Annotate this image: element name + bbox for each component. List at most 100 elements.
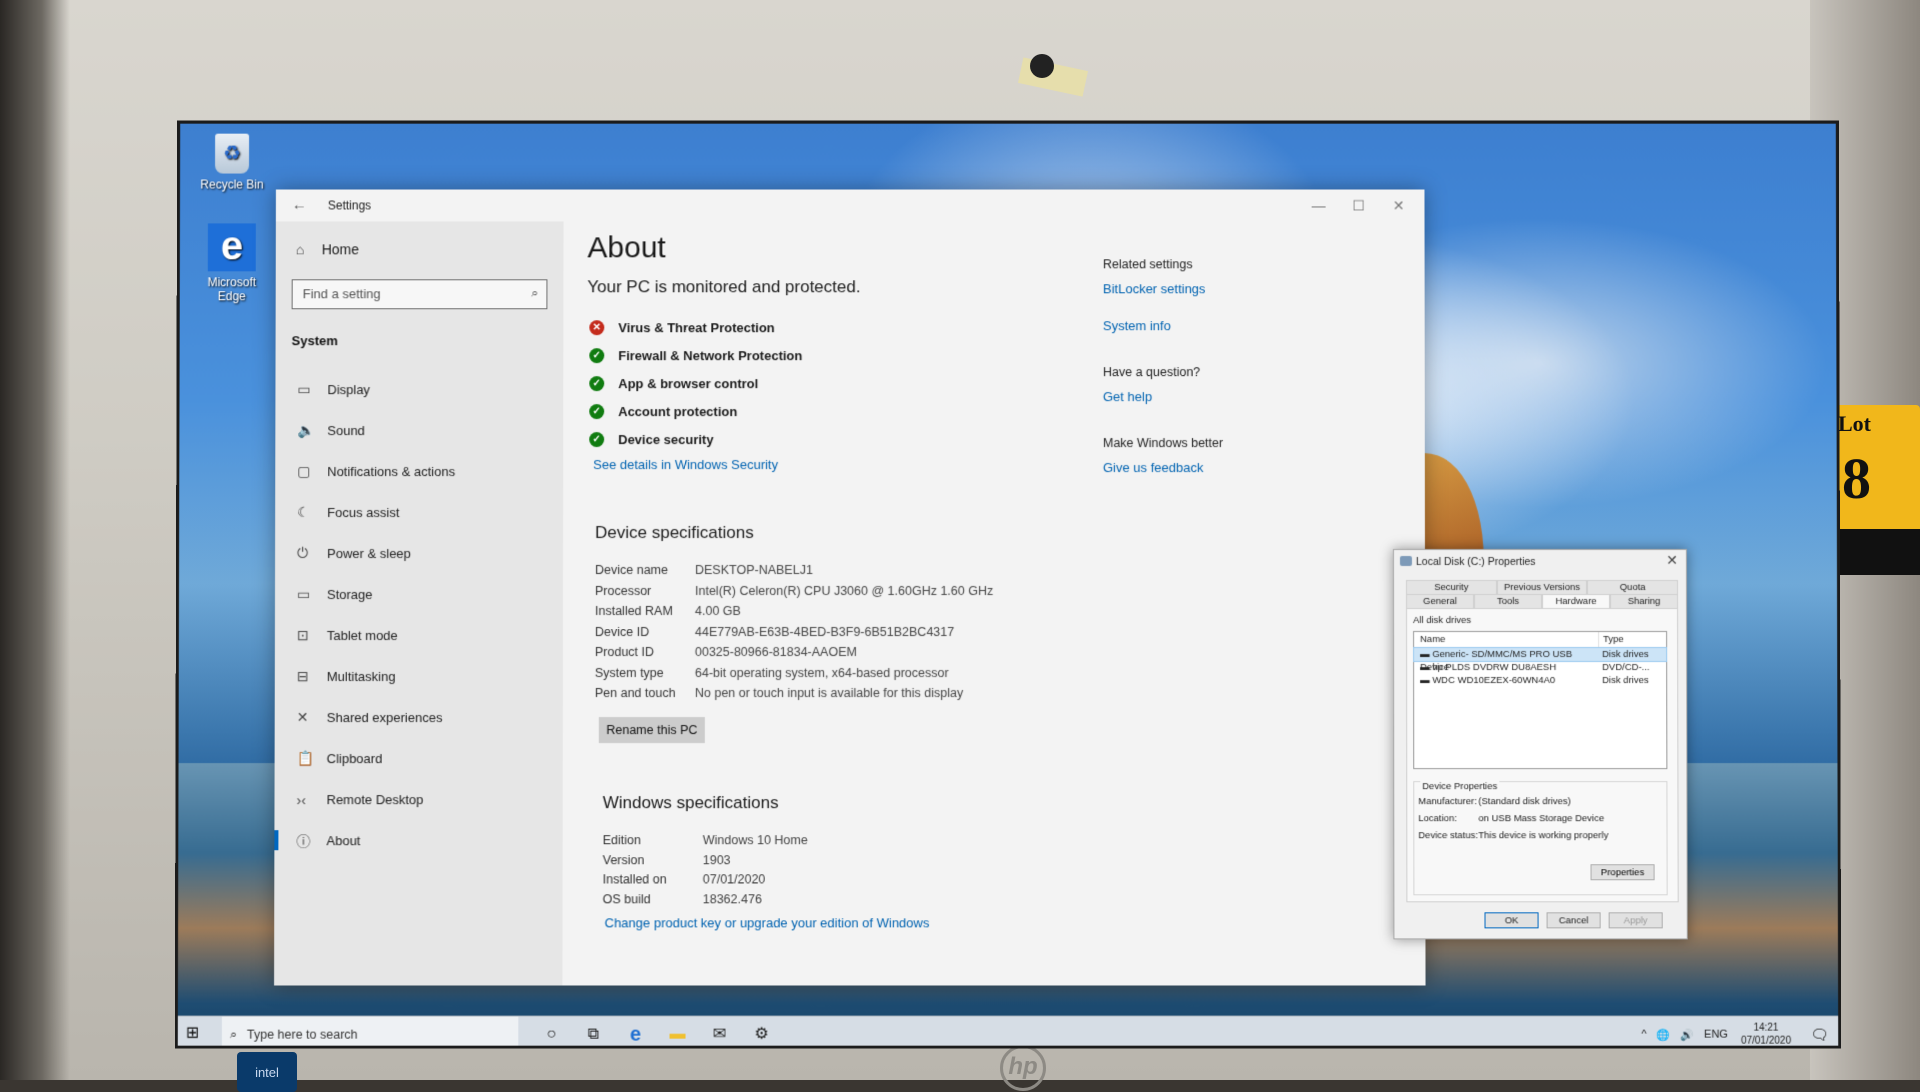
all-disk-drives-label: All disk drives xyxy=(1413,615,1472,627)
get-help-link[interactable]: Get help xyxy=(1103,389,1223,404)
protection-item[interactable]: ✓ Device security xyxy=(589,425,802,453)
settings-icon[interactable]: ⚙ xyxy=(740,1016,783,1049)
taskbar-search[interactable]: ⌕ Type here to search xyxy=(221,1016,519,1049)
spec-value: 64-bit operating system, x64-based proce… xyxy=(694,665,949,680)
sidebar-item-tablet-mode[interactable]: ⊡ Tablet mode xyxy=(275,615,563,656)
sidebar-item-about[interactable]: ⓘ About xyxy=(274,820,562,861)
spec-row: Version 1903 xyxy=(603,853,808,873)
better-heading: Make Windows better xyxy=(1102,436,1224,451)
cancel-button[interactable]: Cancel xyxy=(1546,912,1601,929)
spec-row: OS build 18362.476 xyxy=(603,892,808,912)
disk-drive-list: Name Type ▬ Generic- SD/MMC/MS PRO USB D… xyxy=(1413,631,1668,770)
dialog-close-button[interactable]: ✕ xyxy=(1666,552,1678,569)
search-icon: ⌕ xyxy=(229,1027,237,1042)
drive-type: Disk drives xyxy=(1602,675,1649,687)
apply-button[interactable]: Apply xyxy=(1608,912,1663,929)
rename-pc-button[interactable]: Rename this PC xyxy=(598,717,705,744)
close-button[interactable]: ✕ xyxy=(1379,193,1419,217)
drive-row[interactable]: ▬ Generic- SD/MMC/MS PRO USB Device Disk … xyxy=(1413,647,1668,673)
tab-quota[interactable]: Quota xyxy=(1587,580,1679,595)
notifications-icon: ▢ xyxy=(297,463,311,480)
sidebar-home[interactable]: ⌂ Home xyxy=(296,241,359,257)
spec-row: Processor Intel(R) Celeron(R) CPU J3060 @… xyxy=(595,584,993,605)
minimize-button[interactable]: — xyxy=(1299,193,1339,217)
cortana-icon[interactable]: ○ xyxy=(530,1017,572,1049)
sidebar-item-storage[interactable]: ▭ Storage xyxy=(275,574,563,615)
see-details-link[interactable]: See details in Windows Security xyxy=(593,457,778,472)
intel-badge: intel xyxy=(237,1052,297,1092)
system-tray: ^ 🌐 🔊 ENG 14:21 07/01/2020 🗨 xyxy=(1636,1017,1834,1049)
clipboard-icon: 📋 xyxy=(296,750,315,767)
sidebar-item-focus-assist[interactable]: ☾ Focus assist xyxy=(275,492,563,533)
change-product-key-link[interactable]: Change product key or upgrade your editi… xyxy=(605,915,930,930)
feedback-link[interactable]: Give us feedback xyxy=(1103,460,1223,475)
protection-item[interactable]: ✓ App & browser control xyxy=(589,369,802,397)
drive-row[interactable]: ▬ WDC WD10EZEX-60WN4A0 Disk drives xyxy=(1414,674,1666,687)
device-properties-button[interactable]: Properties xyxy=(1590,864,1655,881)
spec-value: 00325-80966-81834-AAOEM xyxy=(694,645,857,660)
edge-icon: e xyxy=(207,223,256,272)
tray-chevron-icon[interactable]: ^ xyxy=(1641,1029,1646,1041)
tablet-mode-icon: ⊡ xyxy=(296,627,309,644)
sidebar-item-display[interactable]: ▭ Display xyxy=(275,369,563,410)
find-setting-input[interactable] xyxy=(292,280,513,307)
protection-list: ✕ Virus & Threat Protection ✓ Firewall & Ne… xyxy=(589,313,802,453)
sidebar-item-notifications-actions[interactable]: ▢ Notifications & actions xyxy=(275,451,563,492)
page-title: About xyxy=(587,231,666,265)
protection-item[interactable]: ✓ Firewall & Network Protection xyxy=(589,341,802,369)
windows-specs-table: Edition Windows 10 Home Version 1903 Install… xyxy=(603,833,808,911)
webcam xyxy=(1030,54,1054,78)
sidebar-item-label: About xyxy=(326,833,361,849)
column-type[interactable]: Type xyxy=(1598,632,1667,648)
protection-item[interactable]: ✕ Virus & Threat Protection xyxy=(589,313,802,341)
sidebar-item-clipboard[interactable]: 📋 Clipboard xyxy=(275,738,563,779)
sidebar-item-power-sleep[interactable]: ⏻ Power & sleep xyxy=(275,533,563,574)
back-arrow-icon[interactable]: ← xyxy=(292,196,307,213)
edge-icon[interactable]: e xyxy=(614,1017,656,1049)
task-view-icon[interactable]: ⧉ xyxy=(572,1017,614,1049)
volume-icon[interactable]: 🔊 xyxy=(1680,1028,1694,1041)
start-button[interactable]: ⊞ xyxy=(186,1025,204,1043)
spec-key: Device ID xyxy=(594,624,650,639)
spec-value: No pen or touch input is available for t… xyxy=(694,686,964,701)
column-name[interactable]: Name xyxy=(1414,632,1598,647)
clock[interactable]: 14:21 07/01/2020 xyxy=(1741,1022,1791,1048)
drive-row[interactable]: ▬ hp PLDS DVDRW DU8AESH DVD/CD-... xyxy=(1414,661,1666,674)
status-row: Device status: This device is working pr… xyxy=(1418,830,1608,841)
spec-value: Intel(R) Celeron(R) CPU J3060 @ 1.60GHz … xyxy=(694,583,994,598)
drive-icon xyxy=(1399,556,1412,567)
bitlocker-link[interactable]: BitLocker settings xyxy=(1103,281,1223,296)
sidebar-item-multitasking[interactable]: ⊟ Multitasking xyxy=(275,656,563,697)
tab-tools[interactable]: Tools xyxy=(1474,594,1543,609)
device-properties-legend: Device Properties xyxy=(1420,781,1500,793)
tab-hardware[interactable]: Hardware xyxy=(1542,594,1611,609)
tab-security[interactable]: Security xyxy=(1405,580,1497,595)
disk-drive-icon: ▬ xyxy=(1420,649,1433,661)
protection-item-label: Firewall & Network Protection xyxy=(618,347,803,363)
sidebar-item-remote-desktop[interactable]: ›‹ Remote Desktop xyxy=(274,779,562,820)
tab-general[interactable]: General xyxy=(1406,594,1475,609)
protection-item[interactable]: ✓ Account protection xyxy=(589,397,802,425)
system-info-link[interactable]: System info xyxy=(1103,318,1223,333)
desktop-icon-recycle-bin[interactable]: ♻ Recycle Bin xyxy=(192,133,272,191)
windows-specs-heading: Windows specifications xyxy=(602,793,779,813)
maximize-button[interactable]: ☐ xyxy=(1339,193,1379,217)
action-center-icon[interactable]: 🗨 xyxy=(1810,1026,1829,1044)
desktop-icon-edge[interactable]: e Microsoft Edge xyxy=(192,223,272,303)
file-explorer-icon[interactable]: ▬ xyxy=(656,1016,699,1049)
home-label: Home xyxy=(321,241,359,258)
language-indicator[interactable]: ENG xyxy=(1704,1029,1728,1041)
taskbar: ⊞ ⌕ Type here to search ○ ⧉ e ▬ ✉ ⚙ ^ 🌐 🔊 ENG… xyxy=(177,1015,1842,1049)
search-icon[interactable]: ⌕ xyxy=(531,285,538,301)
spec-key: Device name xyxy=(595,563,668,578)
mail-icon[interactable]: ✉ xyxy=(699,1017,741,1049)
sidebar-item-shared-experiences[interactable]: ✕ Shared experiences xyxy=(275,697,563,738)
ok-button[interactable]: OK xyxy=(1484,912,1539,929)
tab-sharing[interactable]: Sharing xyxy=(1610,594,1679,609)
sidebar-item-sound[interactable]: 🔈 Sound xyxy=(275,410,563,451)
spec-row: Installed on 07/01/2020 xyxy=(603,872,808,892)
network-icon[interactable]: 🌐 xyxy=(1657,1028,1671,1041)
sidebar-item-label: Shared experiences xyxy=(326,710,443,726)
tab-previous-versions[interactable]: Previous Versions xyxy=(1496,580,1588,595)
tabs-row-2: General Tools Hardware Sharing xyxy=(1406,594,1679,609)
